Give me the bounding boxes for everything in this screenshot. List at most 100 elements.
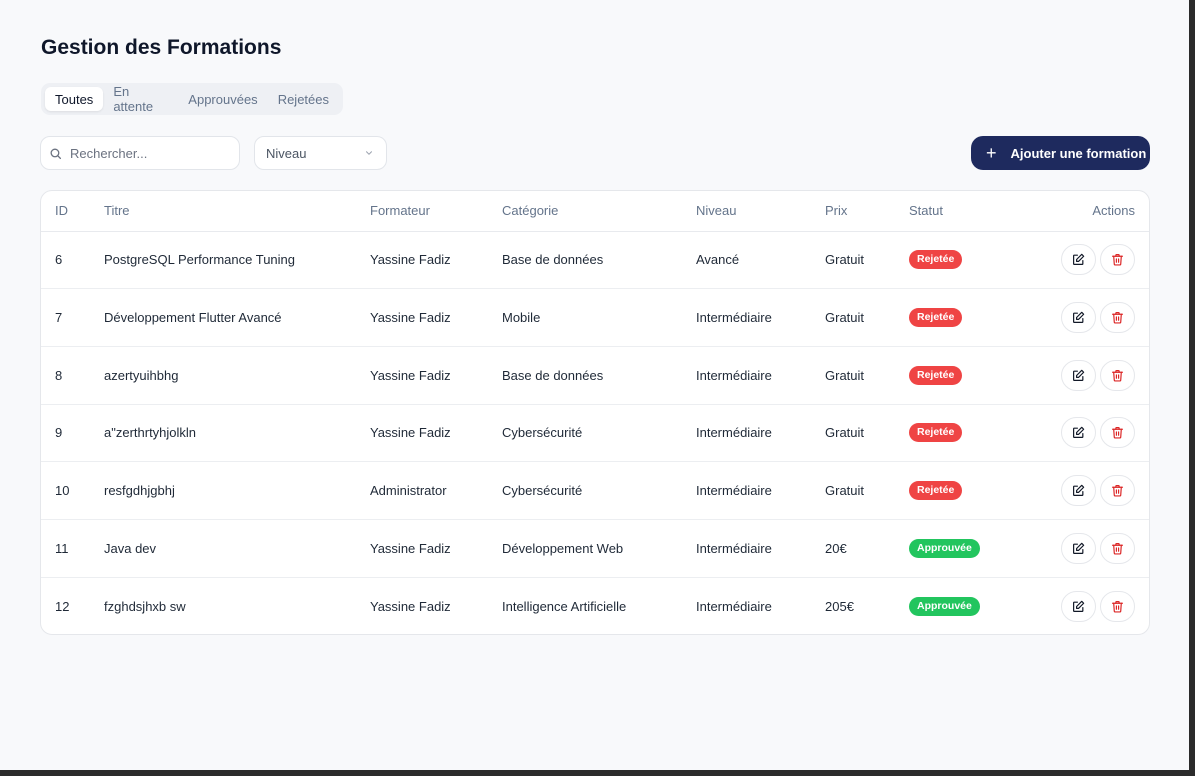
delete-button[interactable] bbox=[1100, 417, 1135, 449]
cell-statut: Rejetée bbox=[909, 288, 1039, 347]
edit-button[interactable] bbox=[1061, 475, 1096, 507]
cell-titre: Développement Flutter Avancé bbox=[104, 288, 370, 347]
cell-prix: Gratuit bbox=[825, 346, 909, 405]
column-header-niveau: Niveau bbox=[696, 191, 825, 232]
cell-id: 9 bbox=[41, 404, 104, 463]
niveau-select[interactable]: Niveau bbox=[254, 136, 387, 170]
trash-icon bbox=[1112, 427, 1123, 439]
table-row: 9 a"zerthrtyhjolkln Yassine Fadiz Cybers… bbox=[41, 404, 1149, 463]
cell-id: 7 bbox=[41, 288, 104, 347]
cell-actions bbox=[1039, 577, 1149, 634]
row-actions bbox=[1061, 417, 1135, 449]
edit-icon bbox=[1073, 484, 1085, 497]
trash-icon bbox=[1112, 485, 1123, 497]
table-header-row: ID Titre Formateur Catégorie Niveau Prix… bbox=[41, 191, 1149, 232]
table-row: 8 azertyuihbhg Yassine Fadiz Base de don… bbox=[41, 346, 1149, 405]
status-tabs: Toutes En attente Approuvées Rejetées bbox=[41, 83, 343, 115]
tab-toutes[interactable]: Toutes bbox=[45, 87, 104, 111]
formations-table: ID Titre Formateur Catégorie Niveau Prix… bbox=[40, 190, 1150, 635]
edit-icon bbox=[1073, 311, 1085, 324]
cell-niveau: Intermédiaire bbox=[696, 404, 825, 463]
cell-niveau: Intermédiaire bbox=[696, 598, 772, 614]
status-badge: Approuvée bbox=[909, 596, 980, 616]
status-badge: Rejetée bbox=[909, 250, 963, 270]
column-header-formateur: Formateur bbox=[370, 191, 502, 232]
row-actions bbox=[1061, 532, 1135, 564]
edit-icon bbox=[1073, 369, 1085, 381]
cell-actions bbox=[1039, 461, 1149, 520]
edit-button[interactable] bbox=[1061, 417, 1096, 449]
page-title: Gestion des Formations bbox=[41, 36, 282, 59]
cell-prix: 205€ bbox=[825, 598, 854, 614]
tab-approuvees[interactable]: Approuvées bbox=[178, 87, 267, 111]
cell-categorie: Cybersécurité bbox=[502, 461, 696, 520]
cell-formateur: Yassine Fadiz bbox=[370, 231, 502, 290]
cell-titre: resfgdhjgbhj bbox=[104, 461, 370, 520]
trash-icon bbox=[1112, 254, 1123, 266]
cell-niveau: Intermédiaire bbox=[696, 288, 825, 347]
cell-formateur: Yassine Fadiz bbox=[370, 346, 502, 405]
delete-button[interactable] bbox=[1100, 475, 1135, 507]
cell-formateur: Yassine Fadiz bbox=[370, 598, 451, 614]
chevron-down-icon bbox=[365, 151, 373, 155]
table-row: 10 resfgdhjgbhj Administrator Cybersécur… bbox=[41, 461, 1149, 520]
cell-categorie: Mobile bbox=[502, 288, 696, 347]
row-actions bbox=[1061, 590, 1135, 622]
tab-rejetees[interactable]: Rejetées bbox=[268, 87, 339, 111]
cell-titre: fzghdsjhxb sw bbox=[104, 598, 186, 614]
cell-niveau: Avancé bbox=[696, 231, 825, 290]
cell-prix: Gratuit bbox=[825, 461, 909, 520]
cell-actions bbox=[1039, 404, 1149, 463]
cell-formateur: Yassine Fadiz bbox=[370, 288, 502, 347]
cell-actions bbox=[1039, 231, 1149, 290]
cell-formateur: Yassine Fadiz bbox=[370, 404, 502, 463]
column-header-id: ID bbox=[41, 191, 104, 232]
status-badge: Approuvée bbox=[909, 538, 980, 558]
delete-button[interactable] bbox=[1100, 302, 1135, 334]
edit-button[interactable] bbox=[1061, 244, 1096, 276]
row-actions bbox=[1061, 475, 1135, 507]
add-formation-button[interactable]: + Ajouter une formation bbox=[971, 136, 1150, 170]
add-formation-label: Ajouter une formation bbox=[1010, 145, 1147, 161]
status-badge: Rejetée bbox=[909, 308, 963, 328]
cell-prix: Gratuit bbox=[825, 404, 909, 463]
niveau-select-label: Niveau bbox=[266, 145, 307, 161]
edit-button[interactable] bbox=[1061, 532, 1096, 564]
cell-statut: Approuvée bbox=[909, 577, 1039, 634]
status-badge: Rejetée bbox=[909, 423, 963, 443]
cell-titre: a"zerthrtyhjolkln bbox=[104, 404, 370, 463]
table-row: 12 fzghdsjhxb sw Yassine Fadiz Intellige… bbox=[41, 577, 1149, 634]
trash-icon bbox=[1112, 542, 1123, 555]
delete-button[interactable] bbox=[1100, 244, 1135, 276]
delete-button[interactable] bbox=[1100, 359, 1135, 391]
edit-button[interactable] bbox=[1061, 359, 1096, 391]
page: Gestion des Formations Toutes En attente… bbox=[0, 0, 1189, 770]
edit-icon bbox=[1073, 542, 1085, 554]
table-row: 7 Développement Flutter Avancé Yassine F… bbox=[41, 288, 1149, 347]
edit-icon bbox=[1073, 427, 1085, 439]
edit-icon bbox=[1073, 254, 1085, 266]
cell-statut: Rejetée bbox=[909, 231, 1039, 290]
edit-button[interactable] bbox=[1061, 590, 1096, 622]
trash-icon bbox=[1112, 369, 1123, 382]
cell-prix: Gratuit bbox=[825, 288, 909, 347]
cell-prix: 20€ bbox=[825, 519, 909, 578]
cell-niveau: Intermédiaire bbox=[696, 346, 825, 405]
search-input[interactable] bbox=[70, 145, 220, 161]
row-actions bbox=[1061, 244, 1135, 276]
cell-statut: Rejetée bbox=[909, 461, 1039, 520]
column-header-prix: Prix bbox=[825, 191, 909, 232]
search-icon bbox=[50, 148, 62, 159]
cell-id: 10 bbox=[41, 461, 104, 520]
delete-button[interactable] bbox=[1100, 590, 1135, 622]
cell-titre: PostgreSQL Performance Tuning bbox=[104, 231, 370, 290]
table-row: 11 Java dev Yassine Fadiz Développement … bbox=[41, 519, 1149, 578]
cell-actions bbox=[1039, 346, 1149, 405]
column-header-titre: Titre bbox=[104, 191, 370, 232]
edit-button[interactable] bbox=[1061, 302, 1096, 334]
delete-button[interactable] bbox=[1100, 532, 1135, 564]
status-badge: Rejetée bbox=[909, 365, 963, 385]
cell-niveau: Intermédiaire bbox=[696, 461, 825, 520]
trash-icon bbox=[1112, 312, 1123, 324]
tab-en-attente[interactable]: En attente bbox=[103, 84, 178, 114]
